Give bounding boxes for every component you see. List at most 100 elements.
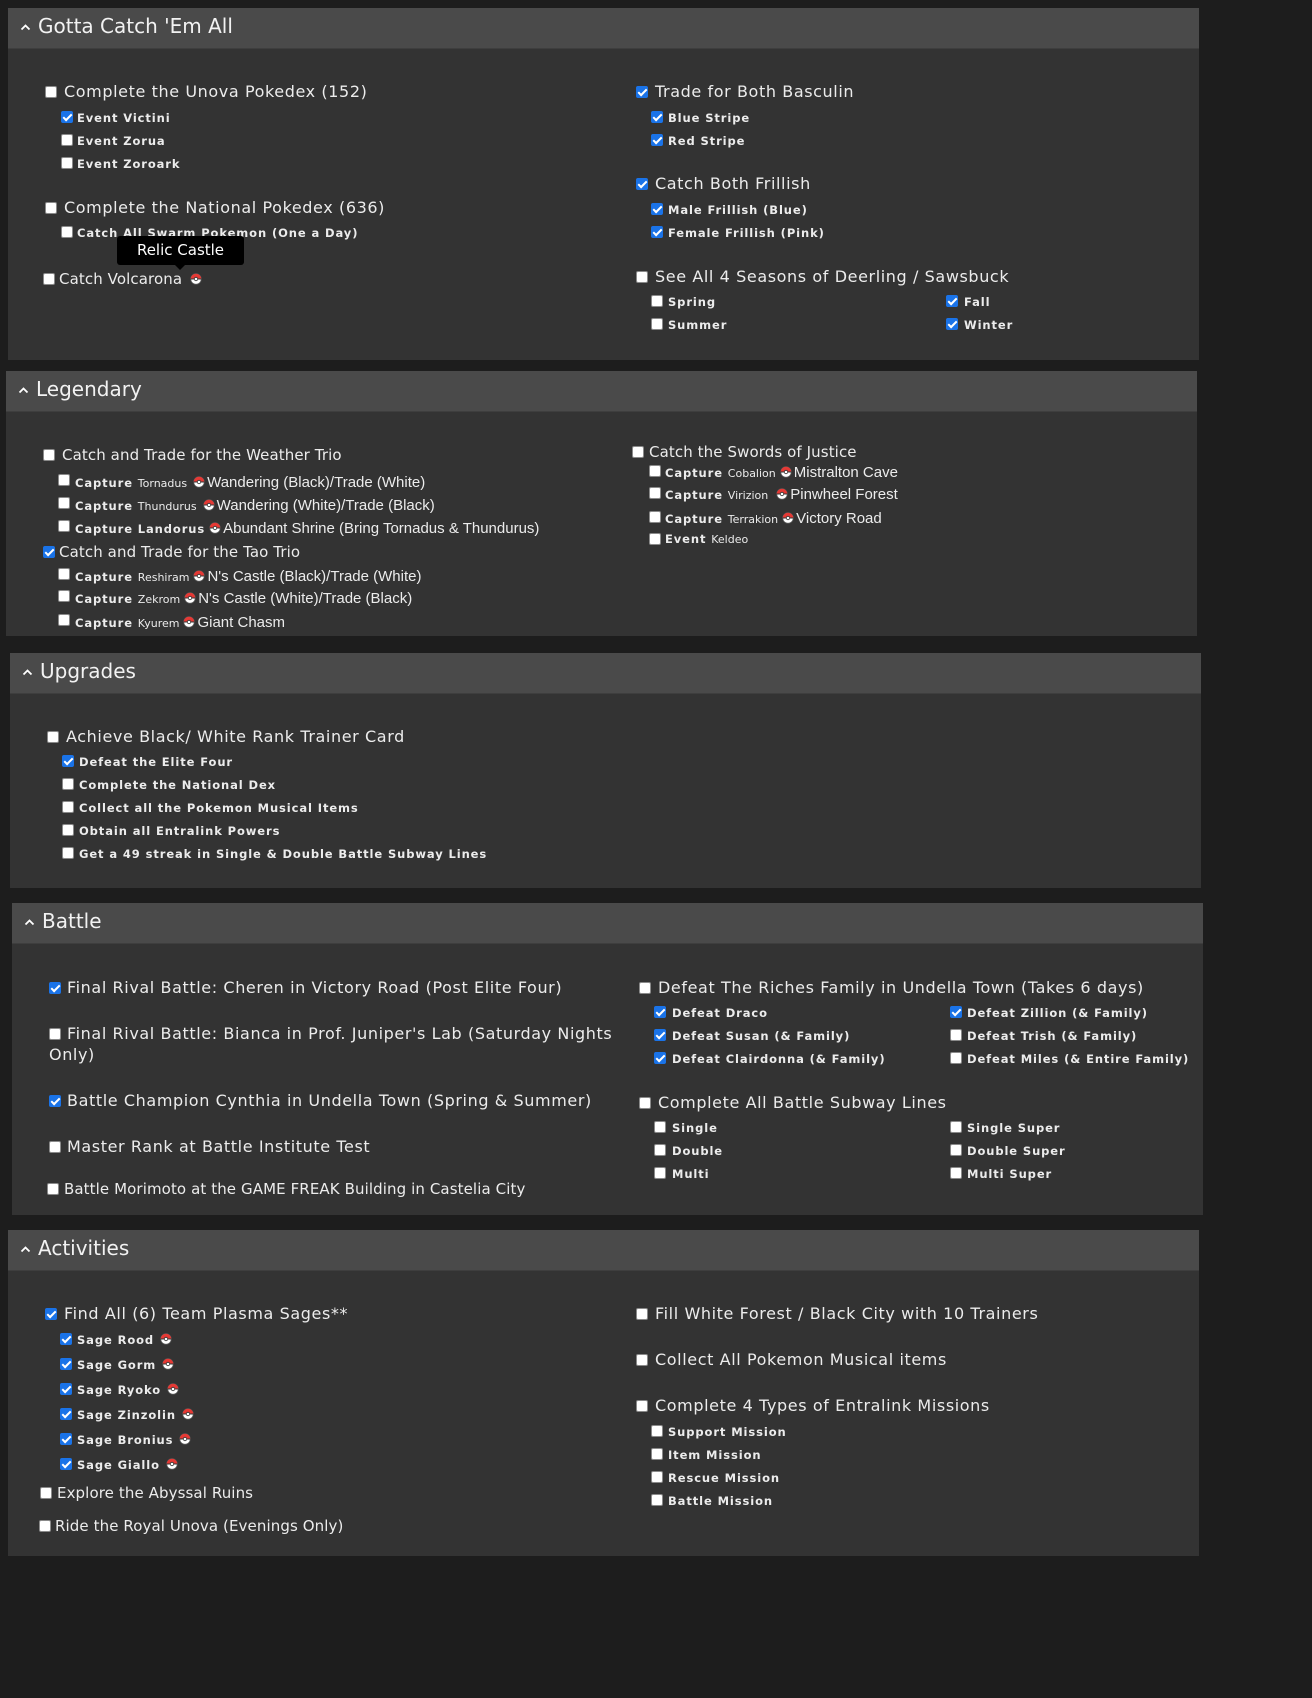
- white-forest-checkbox[interactable]: [636, 1308, 648, 1320]
- double-super-checkbox[interactable]: [950, 1144, 962, 1156]
- trish-checkbox[interactable]: [950, 1029, 962, 1041]
- catch-panel-header[interactable]: Gotta Catch 'Em All: [8, 8, 1199, 49]
- pokeball-icon[interactable]: [162, 1358, 174, 1370]
- upgrades-panel-header[interactable]: Upgrades: [10, 653, 1201, 694]
- sage-giallo-checkbox[interactable]: [60, 1458, 72, 1470]
- tornadus-checkbox[interactable]: [58, 474, 70, 486]
- red-stripe-checkbox[interactable]: [651, 134, 663, 146]
- pokeball-icon[interactable]: [190, 273, 202, 285]
- sage-gorm-checkbox[interactable]: [60, 1358, 72, 1370]
- susan-checkbox[interactable]: [654, 1029, 666, 1041]
- chevron-up-icon[interactable]: [24, 917, 35, 928]
- pokeball-icon[interactable]: [183, 616, 195, 628]
- male-frillish-checkbox[interactable]: [651, 203, 663, 215]
- trainer-card-checkbox[interactable]: [47, 731, 59, 743]
- event-zoroark-checkbox[interactable]: [61, 157, 73, 169]
- event-zorua-checkbox[interactable]: [61, 134, 73, 146]
- chevron-up-icon[interactable]: [20, 22, 31, 33]
- double-checkbox[interactable]: [654, 1144, 666, 1156]
- pokeball-icon[interactable]: [776, 488, 788, 500]
- entralink-missions-checkbox[interactable]: [636, 1400, 648, 1412]
- cheren-checkbox[interactable]: [49, 982, 61, 994]
- pokeball-icon[interactable]: [203, 499, 215, 511]
- single-checkbox[interactable]: [654, 1121, 666, 1133]
- battle-mission-checkbox[interactable]: [651, 1494, 663, 1506]
- pokeball-icon[interactable]: [160, 1333, 172, 1345]
- single-super-checkbox[interactable]: [950, 1121, 962, 1133]
- clairdonna-checkbox[interactable]: [654, 1052, 666, 1064]
- rescue-mission-checkbox[interactable]: [651, 1471, 663, 1483]
- event-victini-checkbox[interactable]: [61, 111, 73, 123]
- swords-checkbox[interactable]: [632, 446, 644, 458]
- national-dex-checkbox[interactable]: [45, 202, 57, 214]
- draco-checkbox[interactable]: [654, 1006, 666, 1018]
- chevron-up-icon[interactable]: [20, 1244, 31, 1255]
- pokeball-icon[interactable]: [209, 522, 221, 534]
- musical-items-activity-label: Collect All Pokemon Musical items: [655, 1350, 947, 1369]
- zillion-checkbox[interactable]: [950, 1006, 962, 1018]
- seasons-checkbox[interactable]: [636, 271, 648, 283]
- bianca-checkbox[interactable]: [49, 1028, 61, 1040]
- reshiram-checkbox[interactable]: [58, 568, 70, 580]
- tao-trio-checkbox[interactable]: [43, 546, 55, 558]
- battle-panel-header[interactable]: Battle: [12, 903, 1203, 944]
- weather-trio-checkbox[interactable]: [43, 449, 55, 461]
- swarm-checkbox[interactable]: [61, 226, 73, 238]
- activities-panel-header[interactable]: Activities: [8, 1230, 1199, 1271]
- winter-checkbox[interactable]: [946, 318, 958, 330]
- chevron-up-icon[interactable]: [18, 385, 29, 396]
- subway-streak-checkbox[interactable]: [62, 847, 74, 859]
- sages-checkbox[interactable]: [45, 1308, 57, 1320]
- musical-items-checkbox[interactable]: [62, 801, 74, 813]
- morimoto-checkbox[interactable]: [47, 1183, 59, 1195]
- entralink-powers-checkbox[interactable]: [62, 824, 74, 836]
- cobalion-checkbox[interactable]: [649, 465, 661, 477]
- pokeball-icon[interactable]: [167, 1383, 179, 1395]
- elite-four-checkbox[interactable]: [62, 755, 74, 767]
- subway-lines-checkbox[interactable]: [639, 1097, 651, 1109]
- item-mission-checkbox[interactable]: [651, 1448, 663, 1460]
- sage-ryoko-checkbox[interactable]: [60, 1383, 72, 1395]
- sage-bronius-checkbox[interactable]: [60, 1433, 72, 1445]
- pokeball-icon[interactable]: [182, 1408, 194, 1420]
- female-frillish-checkbox[interactable]: [651, 226, 663, 238]
- support-mission-checkbox[interactable]: [651, 1425, 663, 1437]
- unova-dex-checkbox[interactable]: [45, 86, 57, 98]
- spring-checkbox[interactable]: [651, 295, 663, 307]
- keldeo-checkbox[interactable]: [649, 533, 661, 545]
- chevron-up-icon[interactable]: [22, 667, 33, 678]
- pokeball-icon[interactable]: [782, 512, 794, 524]
- musical-items-activity-checkbox[interactable]: [636, 1354, 648, 1366]
- pokeball-icon[interactable]: [780, 466, 792, 478]
- multi-checkbox[interactable]: [654, 1167, 666, 1179]
- sage-zinzolin-checkbox[interactable]: [60, 1408, 72, 1420]
- virizion-checkbox[interactable]: [649, 487, 661, 499]
- royal-unova-checkbox[interactable]: [39, 1520, 51, 1532]
- volcarona-checkbox[interactable]: [43, 273, 55, 285]
- sage-rood-checkbox[interactable]: [60, 1333, 72, 1345]
- pokeball-icon[interactable]: [166, 1458, 178, 1470]
- master-rank-checkbox[interactable]: [49, 1141, 61, 1153]
- abyssal-checkbox[interactable]: [40, 1487, 52, 1499]
- frillish-checkbox[interactable]: [636, 178, 648, 190]
- terrakion-checkbox[interactable]: [649, 511, 661, 523]
- sage-giallo-label: Sage Giallo: [77, 1458, 180, 1472]
- cynthia-checkbox[interactable]: [49, 1095, 61, 1107]
- basculin-checkbox[interactable]: [636, 86, 648, 98]
- pokeball-icon[interactable]: [184, 592, 196, 604]
- thundurus-checkbox[interactable]: [58, 497, 70, 509]
- miles-checkbox[interactable]: [950, 1052, 962, 1064]
- summer-checkbox[interactable]: [651, 318, 663, 330]
- multi-super-checkbox[interactable]: [950, 1167, 962, 1179]
- blue-stripe-checkbox[interactable]: [651, 111, 663, 123]
- zekrom-checkbox[interactable]: [58, 590, 70, 602]
- landorus-checkbox[interactable]: [58, 520, 70, 532]
- riches-checkbox[interactable]: [639, 982, 651, 994]
- national-dex-upgrade-checkbox[interactable]: [62, 778, 74, 790]
- kyurem-checkbox[interactable]: [58, 614, 70, 626]
- legendary-panel-header[interactable]: Legendary: [6, 371, 1197, 412]
- pokeball-icon[interactable]: [193, 570, 205, 582]
- pokeball-icon[interactable]: [193, 476, 205, 488]
- fall-checkbox[interactable]: [946, 295, 958, 307]
- pokeball-icon[interactable]: [179, 1433, 191, 1445]
